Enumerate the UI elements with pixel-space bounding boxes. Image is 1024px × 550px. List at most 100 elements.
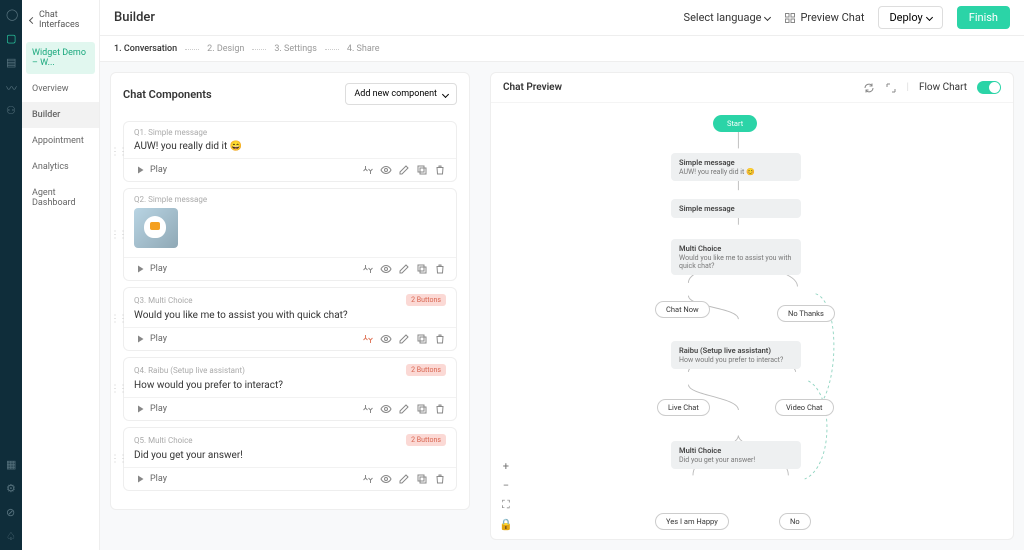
lock-icon[interactable]: 🔒 <box>499 518 513 531</box>
copy-icon[interactable] <box>416 473 428 485</box>
link-icon[interactable]: ⊘ <box>6 506 16 516</box>
drag-handle-icon[interactable]: ⋮⋮ <box>110 314 126 325</box>
node-yes-happy[interactable]: Yes I am Happy <box>655 513 729 530</box>
sidebar-item-analytics[interactable]: Analytics <box>22 154 99 180</box>
component-body <box>124 206 456 257</box>
sidebar-item-builder[interactable]: Builder <box>22 102 99 128</box>
finish-button[interactable]: Finish <box>957 6 1010 29</box>
play-icon <box>134 164 146 176</box>
play-button[interactable]: Play <box>134 333 167 345</box>
eye-icon[interactable] <box>380 333 392 345</box>
node-start[interactable]: Start <box>713 115 757 132</box>
eye-icon[interactable] <box>380 473 392 485</box>
node-multi-2[interactable]: Multi ChoiceDid you get your answer! <box>671 441 801 469</box>
deploy-button[interactable]: Deploy <box>878 6 942 29</box>
fit-icon[interactable]: ⛶ <box>499 498 513 512</box>
language-select[interactable]: Select language <box>684 11 771 24</box>
component-card[interactable]: ⋮⋮Q4. Raibu (Setup live assistant)2 Butt… <box>123 357 457 421</box>
node-raibu[interactable]: Raibu (Setup live assistant)How would yo… <box>671 341 801 369</box>
component-label: Q1. Simple message <box>134 128 207 137</box>
play-icon <box>134 263 146 275</box>
eye-icon[interactable] <box>380 403 392 415</box>
chat-icon[interactable]: ▢ <box>6 32 16 42</box>
flow-icon[interactable] <box>362 473 374 485</box>
drag-handle-icon[interactable]: ⋮⋮ <box>110 454 126 465</box>
node-no-thanks[interactable]: No Thanks <box>777 305 835 322</box>
drag-handle-icon[interactable]: ⋮⋮ <box>110 229 126 240</box>
copy-icon[interactable] <box>416 164 428 176</box>
flow-icon[interactable] <box>362 403 374 415</box>
users-icon[interactable]: ⚇ <box>6 104 16 114</box>
trash-icon[interactable] <box>434 333 446 345</box>
analytics-icon[interactable]: 〰 <box>6 80 16 90</box>
flowchart-toggle[interactable] <box>977 81 1001 94</box>
trash-icon[interactable] <box>434 263 446 275</box>
play-button[interactable]: Play <box>134 164 167 176</box>
flow-canvas[interactable]: Start Simple messageAUW! you really did … <box>491 103 1013 539</box>
node-live-chat[interactable]: Live Chat <box>657 399 710 416</box>
trash-icon[interactable] <box>434 164 446 176</box>
node-chat-now[interactable]: Chat Now <box>655 301 710 318</box>
edit-icon[interactable] <box>398 403 410 415</box>
zoom-out[interactable]: − <box>499 479 513 492</box>
step-settings[interactable]: 3. Settings <box>274 44 317 54</box>
sidebar-item-agent[interactable]: Agent Dashboard <box>22 180 99 216</box>
image-thumbnail <box>134 208 178 248</box>
components-title: Chat Components <box>123 88 212 101</box>
edit-icon[interactable] <box>398 263 410 275</box>
trash-icon[interactable] <box>434 473 446 485</box>
sidebar-item-appointment[interactable]: Appointment <box>22 128 99 154</box>
play-button[interactable]: Play <box>134 263 167 275</box>
preview-icon <box>784 12 796 24</box>
component-card[interactable]: ⋮⋮Q5. Multi Choice2 ButtonsDid you get y… <box>123 427 457 491</box>
play-button[interactable]: Play <box>134 473 167 485</box>
step-conversation[interactable]: 1. Conversation <box>114 44 177 54</box>
flow-icon[interactable] <box>362 263 374 275</box>
component-card[interactable]: ⋮⋮Q3. Multi Choice2 ButtonsWould you lik… <box>123 287 457 351</box>
sidebar-item-overview[interactable]: Overview <box>22 76 99 102</box>
edit-icon[interactable] <box>398 473 410 485</box>
trash-icon[interactable] <box>434 403 446 415</box>
zoom-controls: + − ⛶ 🔒 <box>499 460 513 531</box>
node-video-chat[interactable]: Video Chat <box>775 399 834 416</box>
node-simple-2[interactable]: Simple message <box>671 199 801 218</box>
copy-icon[interactable] <box>416 403 428 415</box>
back-label: Chat Interfaces <box>39 10 91 30</box>
copy-icon[interactable] <box>416 333 428 345</box>
flow-icon[interactable] <box>362 164 374 176</box>
edit-icon[interactable] <box>398 333 410 345</box>
copy-icon[interactable] <box>416 263 428 275</box>
back-link[interactable]: Chat Interfaces <box>22 0 99 40</box>
eye-icon[interactable] <box>380 263 392 275</box>
layers-icon[interactable]: ▤ <box>6 56 16 66</box>
play-icon <box>134 403 146 415</box>
preview-chat-link[interactable]: Preview Chat <box>784 11 864 24</box>
component-card[interactable]: ⋮⋮Q1. Simple messageAUW! you really did … <box>123 121 457 182</box>
component-card[interactable]: ⋮⋮Q2. Simple messagePlay <box>123 188 457 281</box>
expand-icon[interactable] <box>885 82 897 94</box>
node-simple-1[interactable]: Simple messageAUW! you really did it 😊 <box>671 153 801 181</box>
component-body: How would you prefer to interact? <box>124 378 456 397</box>
refresh-icon[interactable] <box>863 82 875 94</box>
flow-icon[interactable] <box>362 333 374 345</box>
step-share[interactable]: 4. Share <box>347 44 380 54</box>
buttons-badge: 2 Buttons <box>406 434 446 446</box>
play-button[interactable]: Play <box>134 403 167 415</box>
buttons-badge: 2 Buttons <box>406 294 446 306</box>
preview-panel: Chat Preview | Flow Chart <box>490 72 1014 540</box>
sidebar: Chat Interfaces Widget Demo – W... Overv… <box>22 0 100 550</box>
step-design[interactable]: 2. Design <box>207 44 244 54</box>
bell-icon[interactable]: ♤ <box>6 530 16 540</box>
drag-handle-icon[interactable]: ⋮⋮ <box>110 146 126 157</box>
home-icon[interactable]: ◯ <box>6 8 16 18</box>
node-multi-1[interactable]: Multi ChoiceWould you like me to assist … <box>671 239 801 275</box>
zoom-in[interactable]: + <box>499 460 513 473</box>
gear-icon[interactable]: ⚙ <box>6 482 16 492</box>
drag-handle-icon[interactable]: ⋮⋮ <box>110 384 126 395</box>
edit-icon[interactable] <box>398 164 410 176</box>
sidebar-item-widget[interactable]: Widget Demo – W... <box>26 42 95 74</box>
node-no[interactable]: No <box>779 513 811 530</box>
eye-icon[interactable] <box>380 164 392 176</box>
grid-icon[interactable]: ▦ <box>6 458 16 468</box>
add-component-button[interactable]: Add new component <box>345 83 457 105</box>
